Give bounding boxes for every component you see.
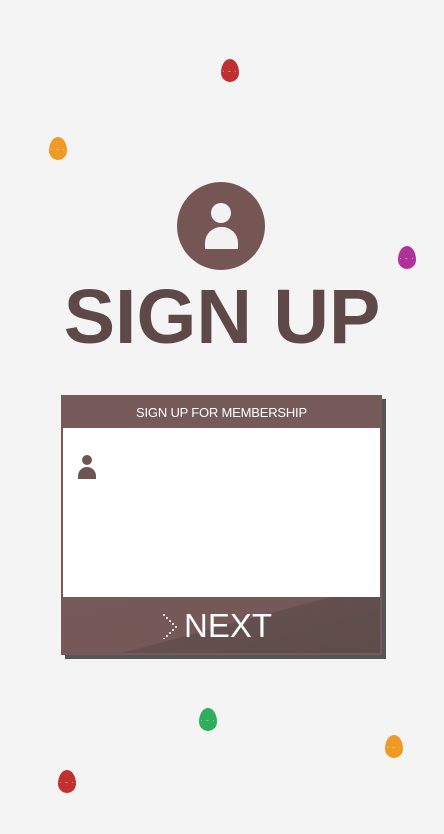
egg-face: · ᵕ ·: [59, 780, 75, 787]
page-title: SIGN UP: [63, 274, 381, 360]
egg-icon-orange-bottom-right: · ᵕ ·: [385, 735, 403, 758]
egg-icon-red-bottom-left: · ᵕ ·: [58, 770, 76, 793]
signup-card: SIGN UP FOR MEMBERSHIP NEXT: [61, 395, 382, 655]
egg-icon-purple-right: · ᵕ ·: [398, 246, 416, 269]
username-input[interactable]: [109, 453, 359, 481]
egg-face: · ᵕ ·: [399, 256, 415, 263]
avatar-body: [205, 227, 238, 249]
next-button[interactable]: NEXT: [63, 597, 380, 653]
username-field-row: [77, 453, 367, 481]
egg-face: · ᵕ ·: [222, 69, 238, 76]
card-header: SIGN UP FOR MEMBERSHIP: [63, 397, 380, 428]
egg-icon-orange-left: · ᵕ ·: [49, 137, 67, 160]
egg-icon-green-bottom: · ᵕ ·: [199, 708, 217, 731]
next-button-label: NEXT: [184, 607, 273, 644]
egg-face: · ᵕ ·: [50, 147, 66, 154]
egg-face: · ᵕ ·: [200, 718, 216, 725]
user-icon: [77, 455, 97, 479]
chevron-right-icon: [163, 614, 177, 639]
avatar-head: [211, 203, 231, 223]
egg-face: · ᵕ ·: [386, 745, 402, 752]
egg-icon-red-top: · ᵕ ·: [221, 59, 239, 82]
avatar-icon: [177, 182, 265, 270]
